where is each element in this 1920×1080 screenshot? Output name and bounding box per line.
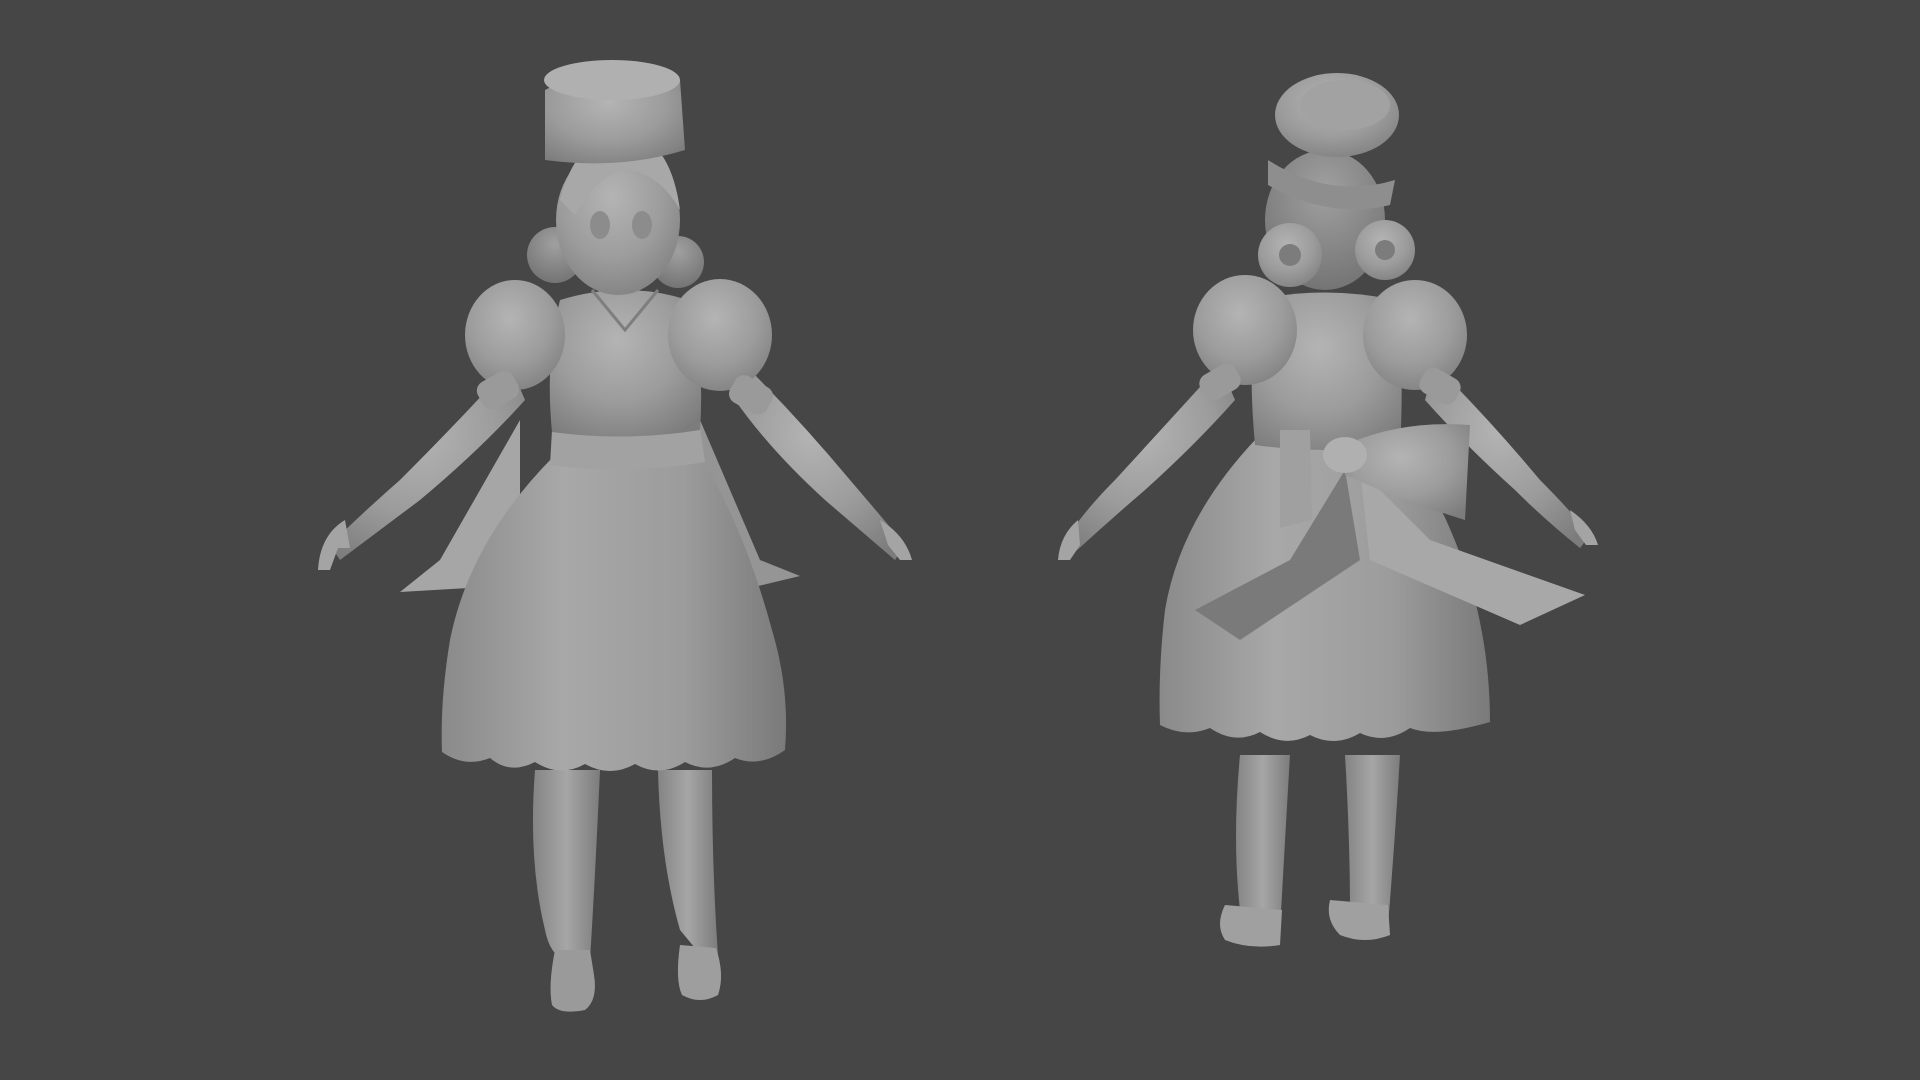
back-hat-top [1300, 80, 1390, 130]
back-bow-loop-left [1280, 430, 1312, 528]
front-shoe-right [677, 945, 722, 1000]
front-eye-right [632, 211, 652, 239]
back-puff-sleeve-right [1363, 280, 1467, 390]
back-puff-sleeve-left [1193, 275, 1297, 385]
front-puff-sleeve-right [668, 279, 772, 391]
back-hair-flower-right-center [1375, 240, 1395, 260]
front-hand-left [318, 520, 350, 570]
front-hat-top [544, 60, 680, 100]
front-leg-right [658, 770, 718, 960]
front-view-model [318, 60, 912, 1012]
front-eye-left [590, 211, 610, 239]
back-view-model [1058, 73, 1598, 947]
back-bow-knot [1323, 437, 1367, 473]
back-hand-left [1058, 520, 1080, 560]
front-puff-sleeve-left [465, 280, 565, 390]
3d-viewport[interactable] [0, 0, 1920, 1080]
render-canvas [318, 60, 1598, 1012]
front-leg-left [532, 770, 600, 960]
back-hair-flower-left-center [1279, 244, 1301, 266]
back-shoe-left [1220, 905, 1282, 947]
back-shoe-right [1328, 900, 1390, 940]
front-shoe-left [550, 950, 595, 1012]
back-leg-left [1236, 755, 1290, 930]
